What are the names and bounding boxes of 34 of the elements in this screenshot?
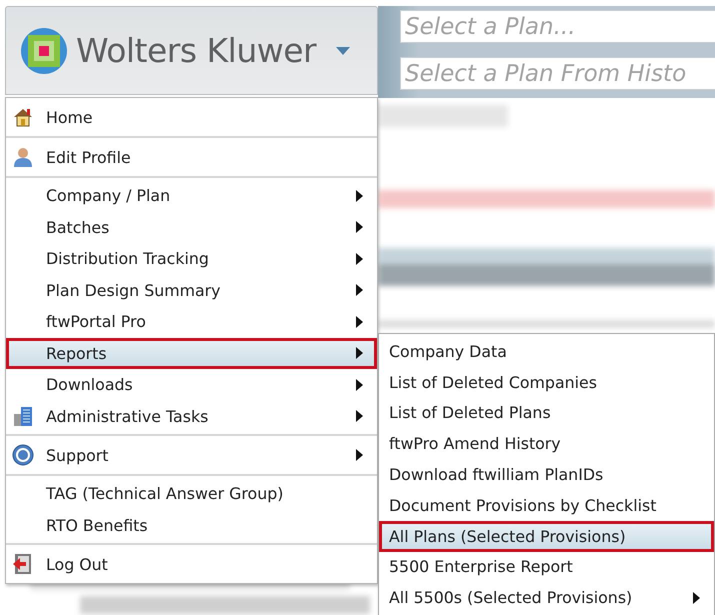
submenu-item[interactable]: Download ftwilliam PlanIDs xyxy=(379,459,714,490)
plan-select-field[interactable]: Select a Plan... xyxy=(400,10,715,43)
menu-item[interactable]: Home xyxy=(6,99,377,135)
menu-item[interactable]: Support xyxy=(6,437,377,473)
logo-icon xyxy=(20,26,68,74)
user-icon xyxy=(12,146,34,168)
submenu-item[interactable]: All 5500s (Selected Provisions) xyxy=(379,582,714,614)
logout-icon xyxy=(12,553,34,575)
help-icon xyxy=(12,444,34,466)
menu-item[interactable]: RTO Benefits xyxy=(6,510,377,541)
menu-item[interactable]: ftwPortal Pro xyxy=(6,306,377,338)
home-icon xyxy=(12,106,34,128)
submenu-item[interactable]: List of Deleted Companies xyxy=(379,366,714,398)
brand-name: Wolters Kluwer xyxy=(76,31,316,70)
menu-item[interactable]: Distribution Tracking xyxy=(6,243,377,274)
submenu-item[interactable]: 5500 Enterprise Report xyxy=(379,552,714,582)
submenu-item[interactable]: All Plans (Selected Provisions) xyxy=(379,520,714,552)
brand-menu-button[interactable]: Wolters Kluwer xyxy=(5,6,378,95)
submenu-item[interactable]: Document Provisions by Checklist xyxy=(379,490,714,521)
menu-item[interactable]: Company / Plan xyxy=(6,180,377,212)
menu-item[interactable]: Batches xyxy=(6,212,377,243)
submenu-item[interactable]: ftwPro Amend History xyxy=(379,428,714,460)
menu-item[interactable]: Administrative Tasks xyxy=(6,400,377,432)
plan-select-field[interactable]: Select a Plan From Histo xyxy=(400,57,715,90)
submenu-item[interactable]: List of Deleted Plans xyxy=(379,398,714,428)
menu-item[interactable]: Log Out xyxy=(6,546,377,582)
menu-item[interactable]: Plan Design Summary xyxy=(6,274,377,306)
menu-item[interactable]: Downloads xyxy=(6,369,377,400)
caret-icon xyxy=(336,46,350,54)
submenu-item[interactable]: Company Data xyxy=(379,336,714,367)
menu-item[interactable]: Reports xyxy=(6,338,377,369)
building-icon xyxy=(12,405,34,428)
menu-item[interactable]: TAG (Technical Answer Group) xyxy=(6,478,377,510)
menu-item[interactable]: Edit Profile xyxy=(6,139,377,175)
